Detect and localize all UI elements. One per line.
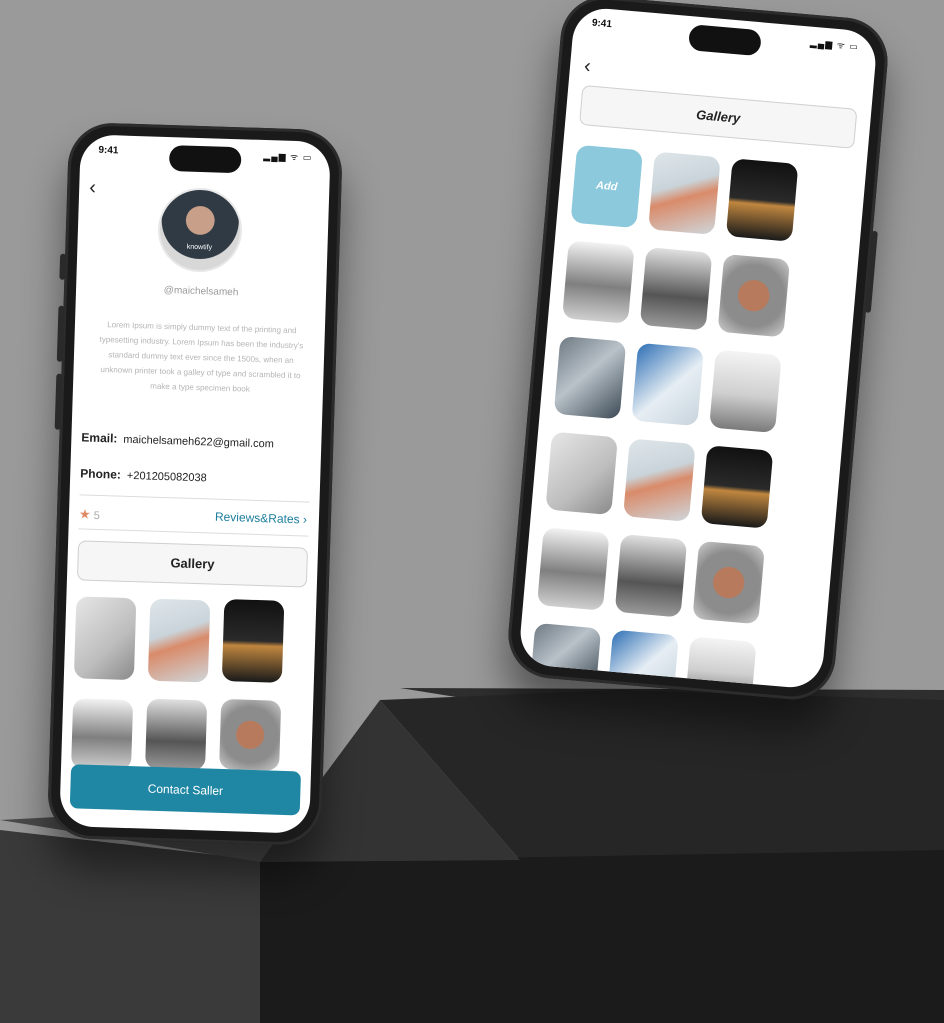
gallery-thumbnail[interactable] [639, 247, 713, 331]
gallery-thumbnail[interactable] [73, 596, 137, 681]
gallery-thumbnail[interactable] [709, 349, 782, 434]
profile-screen: 9:41 ▂▄▆ ᯤ ▭ ‹ knowtify @maichelsameh Lo… [59, 134, 331, 834]
email-value[interactable]: maichelsameh622@gmail.com [123, 434, 274, 451]
gallery-thumbnail[interactable] [71, 698, 134, 771]
gallery-thumbnail[interactable] [614, 534, 688, 618]
rating-value: 5 [93, 509, 100, 523]
phone-value[interactable]: +201205082038 [127, 470, 207, 485]
contact-seller-button[interactable]: Contact Saller [69, 764, 302, 816]
gallery-thumbnail[interactable] [717, 253, 791, 338]
email-label: Email: [81, 430, 118, 446]
back-chevron-icon[interactable]: ‹ [89, 177, 96, 200]
phone-label: Phone: [80, 466, 122, 482]
gallery-thumbnail[interactable] [147, 598, 211, 683]
phone-gallery: 9:41 ▂▄▆ ᯤ ▭ ‹ Gallery Add [504, 0, 892, 703]
email-row: Email: maichelsameh622@gmail.com [81, 430, 274, 450]
status-time: 9:41 [591, 17, 613, 31]
gallery-thumbnail[interactable] [700, 445, 774, 529]
divider [78, 528, 309, 537]
gallery-thumbnail[interactable] [145, 698, 208, 771]
gallery-title: Gallery [579, 84, 858, 149]
side-button [59, 253, 67, 280]
reviews-link[interactable]: Reviews&Rates › [215, 510, 307, 527]
status-icons: ▂▄▆ ᯤ ▭ [263, 150, 313, 163]
add-photo-button[interactable]: Add [570, 144, 644, 229]
avatar-badge-text: knowtify [186, 243, 213, 252]
side-button [54, 373, 63, 430]
dynamic-island [168, 145, 242, 174]
side-button [56, 305, 65, 362]
gallery-thumbnail[interactable] [221, 598, 285, 683]
gallery-thumbnail[interactable] [648, 151, 721, 235]
divider [79, 494, 310, 503]
bio-text: Lorem Ipsum is simply dummy text of the … [99, 320, 304, 394]
gallery-screen: 9:41 ▂▄▆ ᯤ ▭ ‹ Gallery Add [517, 6, 879, 690]
avatar: knowtify [156, 186, 244, 274]
gallery-thumbnail[interactable] [692, 540, 765, 625]
gallery-thumbnail[interactable] [607, 629, 679, 690]
phone-profile: 9:41 ▂▄▆ ᯤ ▭ ‹ knowtify @maichelsameh Lo… [46, 121, 344, 847]
status-time: 9:41 [98, 144, 119, 157]
star-icon: ★ [78, 506, 91, 522]
mockup-scene: 9:41 ▂▄▆ ᯤ ▭ ‹ knowtify @maichelsameh Lo… [0, 0, 944, 1023]
phone-row: Phone: +201205082038 [80, 466, 207, 484]
gallery-thumbnail[interactable] [623, 438, 696, 522]
gallery-thumbnail[interactable] [536, 527, 610, 611]
gallery-thumbnail[interactable] [685, 636, 757, 690]
gallery-button[interactable]: Gallery [76, 540, 309, 588]
gallery-thumbnail[interactable] [219, 698, 282, 771]
status-icons: ▂▄▆ ᯤ ▭ [809, 37, 860, 52]
gallery-thumbnail[interactable] [545, 431, 618, 516]
gallery-thumbnail[interactable] [725, 158, 799, 242]
dynamic-island [687, 24, 762, 57]
gallery-thumbnail[interactable] [553, 335, 627, 420]
gallery-thumbnail[interactable] [631, 342, 704, 427]
gallery-thumbnail[interactable] [562, 240, 635, 324]
rating: ★ 5 [79, 506, 100, 523]
username: @maichelsameh [163, 284, 239, 299]
back-chevron-icon[interactable]: ‹ [583, 55, 592, 78]
